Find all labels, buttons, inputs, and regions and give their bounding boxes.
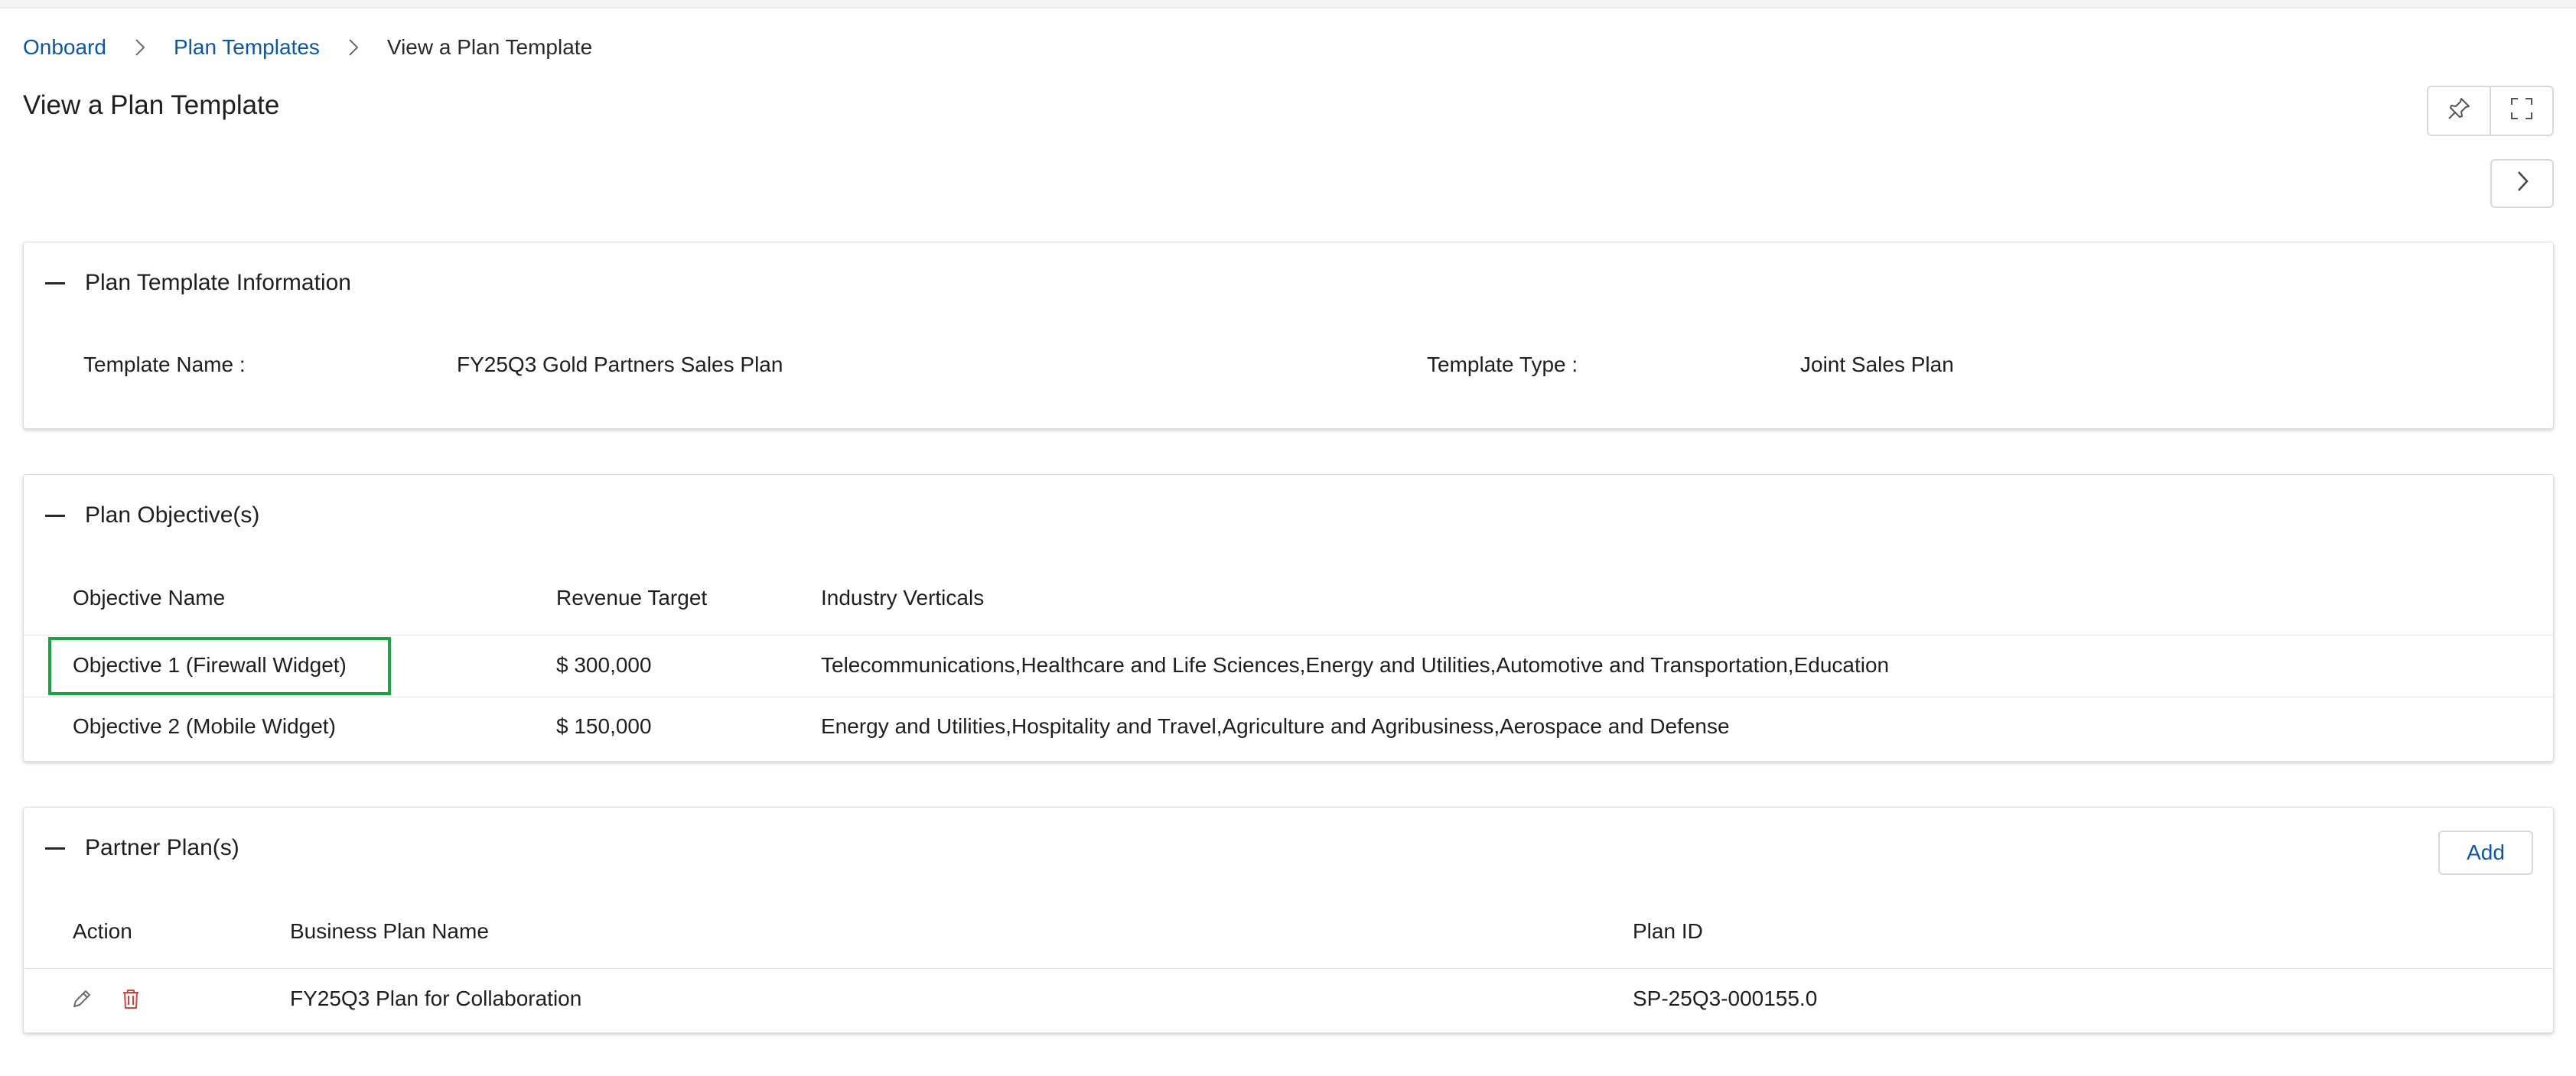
column-header-action: Action [73, 919, 132, 943]
plan-template-info-card: Plan Template Information Template Name … [23, 242, 2554, 429]
objective-link[interactable]: Objective 2 (Mobile Widget) [73, 714, 336, 739]
pin-button[interactable] [2428, 87, 2490, 135]
business-plan-link[interactable]: FY25Q3 Plan for Collaboration [290, 987, 581, 1011]
fullscreen-icon [2509, 96, 2535, 127]
breadcrumb: Onboard Plan Templates View a Plan Templ… [23, 32, 592, 63]
breadcrumb-plan-templates[interactable]: Plan Templates [174, 35, 320, 60]
plan-objectives-header[interactable]: Plan Objective(s) [45, 502, 259, 528]
view-controls [2427, 86, 2554, 136]
template-name-value: FY25Q3 Gold Partners Sales Plan [457, 353, 783, 376]
column-header-industry-verticals: Industry Verticals [821, 586, 985, 610]
divider [24, 968, 2553, 969]
pin-icon [2446, 96, 2472, 127]
plan-template-info-header[interactable]: Plan Template Information [45, 270, 351, 296]
plan-objectives-card: Plan Objective(s) Objective Name Revenue… [23, 474, 2554, 762]
industry-verticals: Energy and Utilities,Hospitality and Tra… [821, 714, 1730, 738]
page-title: View a Plan Template [23, 90, 280, 120]
partner-plans-header[interactable]: Partner Plan(s) [45, 835, 239, 861]
edit-icon[interactable] [70, 987, 94, 1011]
template-type-label: Template Type : [1427, 353, 1578, 376]
column-header-revenue-target: Revenue Target [556, 586, 708, 610]
column-header-plan-id: Plan ID [1633, 919, 1703, 943]
column-header-business-plan-name: Business Plan Name [290, 919, 489, 943]
column-header-objective-name: Objective Name [73, 586, 226, 610]
collapse-icon[interactable] [45, 837, 67, 860]
template-type-value: Joint Sales Plan [1800, 353, 1954, 376]
partner-plans-card: Partner Plan(s) Add Action Business Plan… [23, 807, 2554, 1033]
section-title: Plan Template Information [85, 270, 351, 295]
chevron-right-icon [320, 36, 387, 59]
next-panel-button[interactable] [2490, 159, 2554, 208]
objective-link[interactable]: Objective 1 (Firewall Widget) [73, 653, 347, 678]
revenue-target: $ 150,000 [556, 714, 652, 738]
collapse-icon[interactable] [45, 504, 67, 527]
fullscreen-button[interactable] [2490, 87, 2552, 135]
industry-verticals: Telecommunications,Healthcare and Life S… [821, 653, 1890, 677]
revenue-target: $ 300,000 [556, 653, 652, 677]
breadcrumb-onboard[interactable]: Onboard [23, 35, 106, 60]
divider [24, 635, 2553, 636]
section-title: Partner Plan(s) [85, 835, 239, 860]
chevron-right-icon [106, 36, 174, 59]
template-name-label: Template Name : [83, 353, 246, 376]
delete-icon[interactable] [119, 987, 143, 1011]
collapse-icon[interactable] [45, 271, 67, 294]
breadcrumb-current: View a Plan Template [386, 35, 593, 59]
add-button[interactable]: Add [2438, 831, 2533, 875]
plan-id: SP-25Q3-000155.0 [1633, 987, 1818, 1010]
top-bar [0, 0, 2576, 8]
chevron-right-icon [2512, 167, 2532, 200]
section-title: Plan Objective(s) [85, 502, 260, 528]
